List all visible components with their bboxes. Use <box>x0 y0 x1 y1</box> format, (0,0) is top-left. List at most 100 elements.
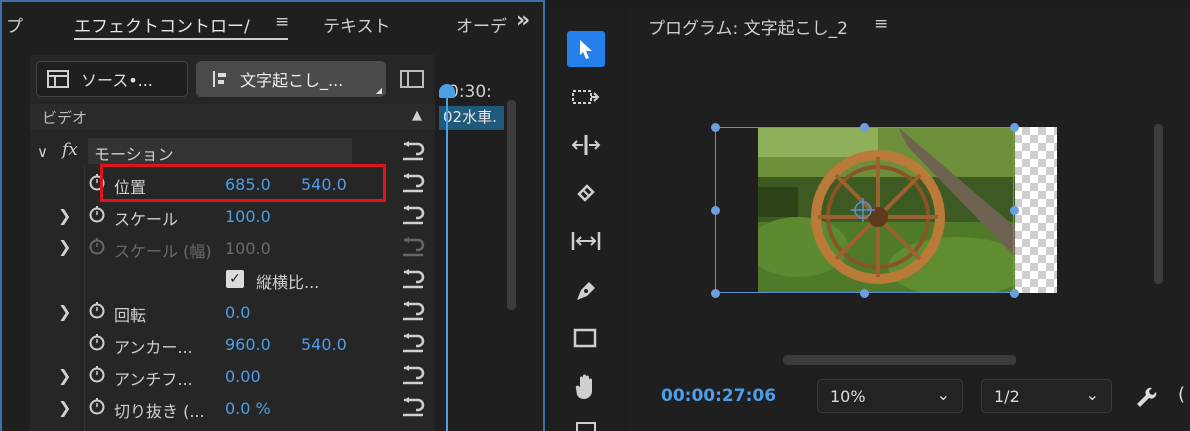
video-header-label: ビデオ <box>42 109 88 127</box>
anchor-reset-icon[interactable] <box>400 332 426 354</box>
position-highlight-box <box>100 164 386 202</box>
ripple-edit-icon <box>571 135 601 155</box>
uniform-scale-checkbox[interactable]: ✓ <box>226 270 244 288</box>
timeline-clip[interactable]: 02水車. <box>439 106 504 130</box>
anchor-y-value[interactable]: 540.0 <box>301 335 347 354</box>
scale-label: スケール <box>114 210 179 229</box>
overflow-partial-icon[interactable]: ( <box>1178 384 1185 405</box>
source-clip-icon <box>47 70 69 88</box>
scale-stopwatch-icon[interactable] <box>88 205 106 223</box>
effect-controls-scrollbar[interactable] <box>507 100 516 310</box>
transform-handle-ml[interactable] <box>711 206 720 215</box>
scale-width-stopwatch-icon <box>89 238 105 255</box>
resolution-dropdown[interactable]: 1/2 ⌄ <box>981 379 1112 413</box>
ripple-edit-tool[interactable] <box>566 128 606 162</box>
pen-tool[interactable] <box>566 274 606 308</box>
motion-label: モーション <box>94 145 174 164</box>
tools-panel <box>548 8 624 431</box>
selection-arrow-icon <box>580 40 592 59</box>
program-timecode[interactable]: 00:00:27:06 <box>661 386 776 406</box>
check-icon: ✓ <box>229 271 241 287</box>
antiflicker-value[interactable]: 0.00 <box>225 367 261 386</box>
monitor-vertical-scrollbar[interactable] <box>1154 124 1163 284</box>
scale-width-label: スケール (幅) <box>114 242 212 261</box>
resolution-value: 1/2 <box>994 386 1020 406</box>
slip-icon <box>571 232 601 250</box>
rotation-value[interactable]: 0.0 <box>225 303 250 322</box>
tab-text[interactable]: テキスト <box>323 12 391 37</box>
scale-width-reset-icon <box>403 237 425 257</box>
track-select-icon <box>572 90 600 104</box>
rotation-chevron-right-icon[interactable]: ❯ <box>58 302 71 321</box>
anchor-stopwatch-icon[interactable] <box>88 333 106 351</box>
checkerboard-transparency <box>1014 127 1057 293</box>
scale-reset-icon[interactable] <box>400 204 426 226</box>
sequence-button-label: 文字起こし_... <box>240 71 344 90</box>
crop-label: 切り抜き (... <box>114 402 205 421</box>
pen-icon <box>577 282 595 300</box>
rotation-stopwatch-icon[interactable] <box>88 301 106 319</box>
tab-active-underline <box>74 38 288 40</box>
motion-chevron-down-icon[interactable]: ∨ <box>37 143 48 161</box>
transform-handle-mr[interactable] <box>1010 206 1019 215</box>
razor-icon <box>577 184 595 202</box>
rotation-label: 回転 <box>114 306 147 325</box>
antiflicker-reset-icon[interactable] <box>400 364 426 386</box>
source-button-label: ソース•... <box>81 71 153 90</box>
rectangle-icon <box>573 328 597 348</box>
scale-width-value: 100.0 <box>225 239 271 258</box>
playhead-handle[interactable] <box>439 84 455 98</box>
anchor-point-crosshair-icon[interactable] <box>851 198 875 222</box>
transform-handle-bl[interactable] <box>711 289 720 298</box>
transform-handle-br[interactable] <box>1010 289 1019 298</box>
scale-value[interactable]: 100.0 <box>225 207 271 226</box>
scale-width-chevron-right-icon[interactable]: ❯ <box>58 237 71 256</box>
antiflicker-chevron-right-icon[interactable]: ❯ <box>58 366 71 385</box>
rotation-reset-icon[interactable] <box>400 300 426 322</box>
transform-handle-tr[interactable] <box>1010 123 1019 132</box>
row-divider-column <box>84 166 85 431</box>
monitor-horizontal-scrollbar[interactable] <box>783 355 1016 365</box>
crop-reset-icon[interactable] <box>400 396 426 418</box>
crop-chevron-right-icon[interactable]: ❯ <box>58 398 71 417</box>
crop-value[interactable]: 0.0 % <box>225 399 271 418</box>
type-tool-partial[interactable] <box>576 422 596 431</box>
panel-toggle-icon[interactable] <box>400 70 424 88</box>
position-reset-icon[interactable] <box>400 172 426 194</box>
rectangle-tool[interactable] <box>566 322 606 356</box>
wrench-settings-icon[interactable] <box>1133 384 1157 408</box>
transform-handle-bm[interactable] <box>860 289 869 298</box>
fx-icon[interactable]: fx <box>62 140 78 160</box>
anchor-x-value[interactable]: 960.0 <box>225 335 271 354</box>
zoom-dropdown[interactable]: 10% ⌄ <box>817 379 963 413</box>
tab-effect-controls[interactable]: エフェクトコントロー/ <box>74 12 250 37</box>
hand-icon <box>575 374 592 400</box>
tab-audio-partial[interactable]: オーデ <box>456 12 507 37</box>
transform-handle-tl[interactable] <box>711 123 720 132</box>
track-select-tool[interactable] <box>566 80 606 114</box>
sequence-button[interactable]: 文字起こし_... ◢ <box>196 61 386 97</box>
scale-chevron-right-icon[interactable]: ❯ <box>58 206 71 225</box>
transform-handle-tm[interactable] <box>860 123 869 132</box>
playhead-line <box>446 92 448 431</box>
antiflicker-label: アンチフ... <box>114 370 193 389</box>
uniform-scale-reset-icon[interactable] <box>400 268 426 290</box>
video-section-header[interactable] <box>30 104 435 130</box>
zoom-value: 10% <box>830 386 866 406</box>
collapse-up-icon[interactable]: ▲ <box>412 108 422 123</box>
more-tabs-icon[interactable]: » <box>516 8 530 33</box>
slip-tool[interactable] <box>566 224 606 258</box>
selection-tool[interactable] <box>567 31 605 67</box>
hand-tool[interactable] <box>566 370 606 404</box>
antiflicker-stopwatch-icon[interactable] <box>88 365 106 383</box>
crop-stopwatch-icon[interactable] <box>88 397 106 415</box>
anchor-label: アンカー... <box>114 338 193 357</box>
motion-reset-icon[interactable] <box>400 140 426 162</box>
source-button[interactable]: ソース•... <box>36 61 188 97</box>
tab-menu-icon[interactable]: ≡ <box>275 12 289 32</box>
razor-tool[interactable] <box>566 176 606 210</box>
program-monitor-menu-icon[interactable]: ≡ <box>874 14 888 34</box>
chevron-down-icon: ⌄ <box>936 385 950 404</box>
program-monitor-title: プログラム: 文字起こし_2 <box>648 19 848 39</box>
tab-partial-left[interactable]: プ <box>6 12 23 37</box>
